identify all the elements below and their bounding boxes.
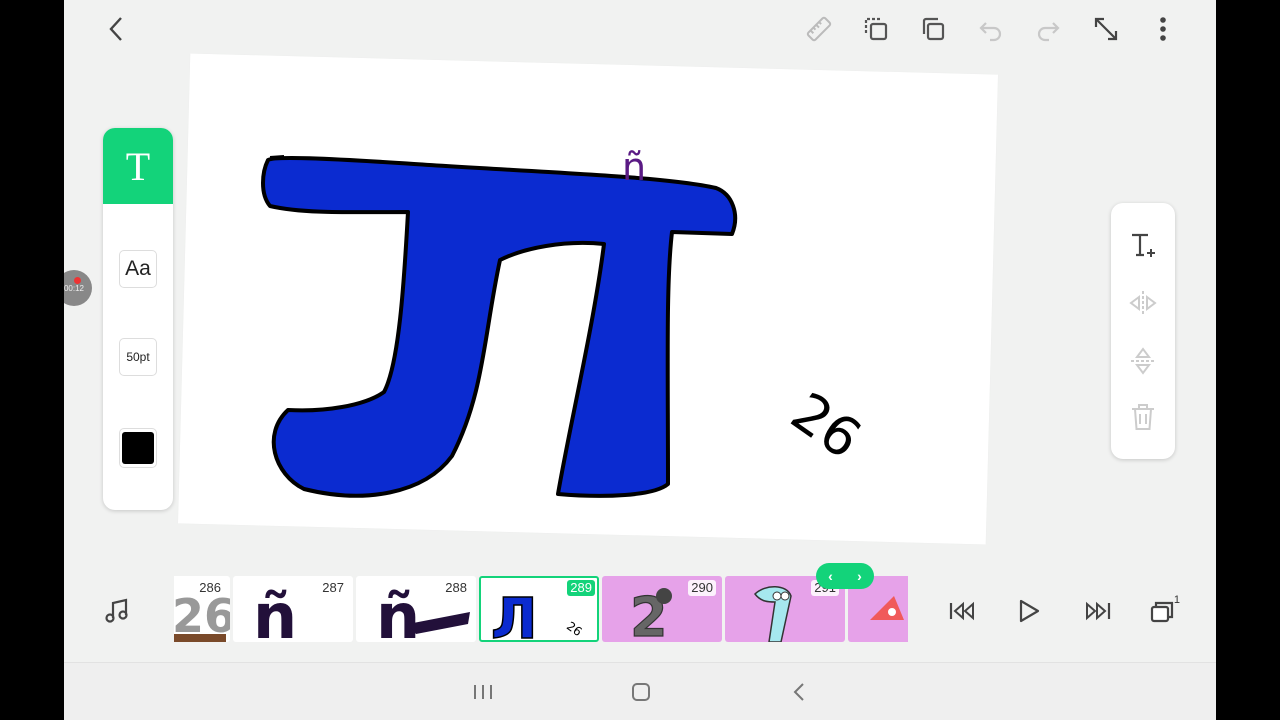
system-navigation-bar [64, 662, 1216, 720]
screen-record-bubble[interactable]: 00:12 [64, 270, 92, 306]
layers-count: 1 [1173, 594, 1180, 606]
play-icon[interactable] [1010, 594, 1048, 628]
font-size-button[interactable]: 50pt [119, 338, 157, 376]
pi-glyph-shape [261, 155, 738, 498]
flip-horizontal-icon[interactable] [1125, 285, 1161, 321]
frame-number: 286 [196, 580, 224, 596]
text-options-panel: T Aa 50pt [103, 128, 173, 510]
duplicate-layer-icon[interactable] [859, 12, 893, 46]
expand-icon[interactable] [1089, 12, 1123, 46]
frame-number: 287 [319, 580, 347, 596]
skip-to-end-icon[interactable] [1078, 594, 1116, 628]
add-text-icon[interactable] [1125, 227, 1161, 263]
ruler-icon[interactable] [802, 12, 836, 46]
flip-vertical-icon[interactable] [1125, 343, 1161, 379]
frame-287[interactable]: ñ 287 [233, 576, 353, 642]
drawing-canvas[interactable]: ñ 26 [177, 53, 999, 545]
small-n-glyph: ñ [622, 145, 646, 189]
layers-icon[interactable]: 1 [1144, 592, 1184, 628]
frame-290[interactable]: 2 290 [602, 576, 722, 642]
music-note-icon[interactable] [100, 594, 134, 628]
more-vertical-icon[interactable] [1148, 12, 1178, 46]
back-chevron-icon[interactable] [100, 12, 132, 46]
font-button[interactable]: Aa [119, 250, 157, 288]
frame-288[interactable]: ñ 288 [356, 576, 476, 642]
skip-to-start-icon[interactable] [944, 594, 982, 628]
frame-number: 289 [567, 580, 595, 596]
frame-286[interactable]: 26 286 [174, 576, 230, 642]
frame-thumb-pi: Л [491, 587, 538, 642]
copy-icon[interactable] [916, 12, 950, 46]
text-actions-panel [1111, 203, 1175, 459]
frame-strip: 26 286 ñ 287 ñ 288 Л26 289 2 290 291 [174, 576, 908, 644]
trash-icon[interactable] [1125, 399, 1161, 435]
frame-thumb-26: 26 [564, 619, 585, 639]
artwork: ñ 26 [261, 145, 872, 498]
recents-icon[interactable] [468, 677, 498, 707]
back-icon[interactable] [784, 677, 814, 707]
frame-number: 290 [688, 580, 716, 596]
frame-thumb-n: ñ [376, 580, 420, 642]
record-dot-icon [74, 277, 81, 284]
color-swatch [122, 432, 154, 464]
frame-289-selected[interactable]: Л 26 289 [479, 576, 599, 642]
redo-icon[interactable] [1031, 12, 1065, 46]
undo-icon[interactable] [974, 12, 1008, 46]
home-icon[interactable] [626, 677, 656, 707]
frame-number: 288 [442, 580, 470, 596]
chevron-right-icon[interactable]: › [857, 568, 862, 584]
text-color-button[interactable] [119, 428, 157, 468]
number-26: 26 [780, 380, 872, 471]
text-tool-button[interactable]: T [103, 128, 173, 204]
frame-thumb-n: ñ [253, 580, 297, 642]
chevron-left-icon[interactable]: ‹ [828, 568, 833, 584]
frame-nav-pill[interactable]: ‹ › [816, 563, 874, 589]
record-time: 00:12 [64, 283, 85, 293]
animation-app: ñ 26 00:12 T Aa 50pt 26 286 ñ 287 ñ 288 … [64, 0, 1216, 720]
